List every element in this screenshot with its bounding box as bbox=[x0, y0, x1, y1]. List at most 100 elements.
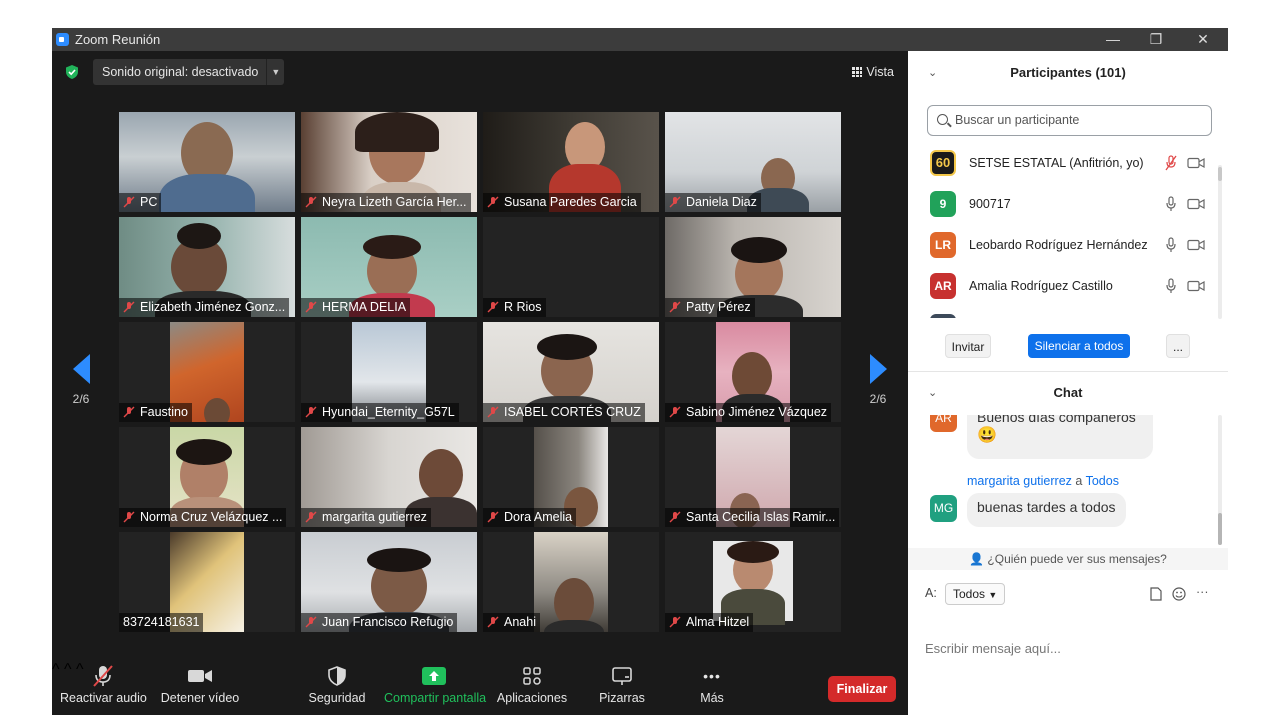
video-tile[interactable]: PC bbox=[119, 112, 295, 212]
participant-row-partial[interactable] bbox=[908, 307, 1218, 318]
section-divider bbox=[908, 371, 1228, 372]
video-tile[interactable]: Susana Paredes Garcia bbox=[483, 112, 659, 212]
video-tile[interactable]: margarita gutierrez bbox=[301, 427, 477, 527]
message-sender[interactable]: margarita gutierrez bbox=[967, 474, 1072, 488]
muted-mic-icon[interactable] bbox=[1165, 155, 1177, 171]
participant-name: Elizabeth Jiménez Gonz... bbox=[140, 300, 286, 314]
next-page-button[interactable]: 2/6 bbox=[858, 354, 898, 406]
emoji-icon[interactable] bbox=[1172, 587, 1186, 601]
collapse-chevron-icon[interactable]: ⌄ bbox=[928, 383, 937, 403]
participant-row[interactable]: LR Leobardo Rodríguez Hernández bbox=[908, 225, 1218, 265]
recipient-row: A: Todos ▼ ··· bbox=[925, 583, 1215, 607]
audio-options-caret[interactable]: ^ bbox=[52, 661, 60, 678]
video-tile[interactable]: Anahi bbox=[483, 532, 659, 632]
mic-icon[interactable] bbox=[1165, 237, 1177, 253]
participant-name-tag: ISABEL CORTÉS CRUZ bbox=[483, 403, 645, 422]
whiteboard-button[interactable]: Pizarras bbox=[590, 661, 654, 715]
chat-message-input[interactable]: Escribir mensaje aquí... bbox=[925, 641, 1061, 656]
muted-mic-icon bbox=[487, 511, 499, 523]
video-tile[interactable]: 83724181631 bbox=[119, 532, 295, 632]
participant-row[interactable]: 9 900717 bbox=[908, 184, 1218, 224]
participant-row[interactable]: 60 SETSE ESTATAL (Anfitrión, yo) bbox=[908, 143, 1218, 183]
participant-name-tag: Susana Paredes Garcia bbox=[483, 193, 641, 212]
whiteboard-icon bbox=[612, 667, 632, 685]
apps-button[interactable]: Aplicaciones bbox=[496, 661, 568, 715]
mic-icon[interactable] bbox=[1165, 196, 1177, 212]
end-meeting-button[interactable]: Finalizar bbox=[828, 676, 896, 702]
participant-name: Anahi bbox=[504, 615, 536, 629]
view-label: Vista bbox=[866, 65, 894, 79]
minimize-button[interactable]: — bbox=[1098, 30, 1128, 49]
participant-name-tag: PC bbox=[119, 193, 162, 212]
video-tile[interactable]: ISABEL CORTÉS CRUZ bbox=[483, 322, 659, 422]
participants-more-button[interactable]: ... bbox=[1166, 334, 1190, 358]
encryption-shield-icon[interactable] bbox=[64, 64, 80, 80]
close-button[interactable]: ✕ bbox=[1188, 30, 1218, 49]
video-tile[interactable]: Neyra Lizeth García Her... bbox=[301, 112, 477, 212]
chevron-down-icon[interactable]: ▼ bbox=[266, 59, 284, 85]
file-icon[interactable] bbox=[1150, 587, 1162, 601]
video-tile[interactable]: Elizabeth Jiménez Gonz... bbox=[119, 217, 295, 317]
participant-search-input[interactable]: Buscar un participante bbox=[927, 105, 1212, 136]
whiteboard-label: Pizarras bbox=[599, 691, 645, 705]
security-button[interactable]: Seguridad bbox=[304, 661, 370, 715]
stop-video-button[interactable]: Detener vídeo bbox=[158, 661, 242, 715]
video-tile[interactable]: Norma Cruz Velázquez ... bbox=[119, 427, 295, 527]
participant-name: HERMA DELIA bbox=[322, 300, 407, 314]
more-button[interactable]: ••• Más bbox=[686, 661, 738, 715]
video-tile[interactable]: Patty Pérez bbox=[665, 217, 841, 317]
restore-button[interactable]: ❐ bbox=[1141, 30, 1171, 49]
video-tile[interactable]: Faustino bbox=[119, 322, 295, 422]
video-tile[interactable]: R Rios bbox=[483, 217, 659, 317]
stop-video-label: Detener vídeo bbox=[160, 691, 240, 705]
arrow-left-icon bbox=[72, 354, 90, 384]
video-stage: Sonido original: desactivado ▼ Vista 2/6… bbox=[52, 51, 908, 715]
participant-avatar: AR bbox=[930, 273, 956, 299]
video-camera-icon[interactable] bbox=[1187, 239, 1205, 251]
participant-hair bbox=[355, 112, 439, 152]
original-sound-dropdown[interactable]: Sonido original: desactivado ▼ bbox=[93, 59, 285, 85]
participant-name-tag: Anahi bbox=[483, 613, 540, 632]
message-connector: a bbox=[1075, 474, 1083, 488]
unmute-audio-button[interactable]: Reactivar audio bbox=[60, 661, 147, 715]
participant-scroll-track[interactable] bbox=[1218, 165, 1222, 319]
participant-name-tag: Alma Hitzel bbox=[665, 613, 754, 632]
share-screen-button[interactable]: Compartir pantalla bbox=[384, 661, 486, 715]
participant-name: Hyundai_Eternity_G57L bbox=[322, 405, 455, 419]
video-camera-icon[interactable] bbox=[1187, 198, 1205, 210]
message-recipient[interactable]: Todos bbox=[1086, 474, 1119, 488]
participant-row[interactable]: AR Amalia Rodríguez Castillo bbox=[908, 266, 1218, 306]
participant-name: SETSE ESTATAL (Anfitrión, yo) bbox=[969, 156, 1144, 170]
recipient-dropdown[interactable]: Todos ▼ bbox=[945, 583, 1006, 605]
video-tile[interactable]: Daniela Diaz bbox=[665, 112, 841, 212]
video-tile[interactable]: HERMA DELIA bbox=[301, 217, 477, 317]
participant-avatar: LR bbox=[930, 232, 956, 258]
video-camera-icon[interactable] bbox=[1187, 280, 1205, 292]
video-tile[interactable]: Sabino Jiménez Vázquez bbox=[665, 322, 841, 422]
chat-scrollbar[interactable] bbox=[1218, 513, 1222, 545]
muted-mic-icon bbox=[305, 406, 317, 418]
video-camera-icon[interactable] bbox=[1187, 157, 1205, 169]
chat-privacy-link[interactable]: 👤 ¿Quién puede ver sus mensajes? bbox=[908, 548, 1228, 570]
collapse-chevron-icon[interactable]: ⌄ bbox=[928, 63, 937, 83]
mic-icon[interactable] bbox=[1165, 278, 1177, 294]
video-tile[interactable]: Hyundai_Eternity_G57L bbox=[301, 322, 477, 422]
video-tile[interactable]: Dora Amelia bbox=[483, 427, 659, 527]
participant-list: 60 SETSE ESTATAL (Anfitrión, yo) 9 90071… bbox=[908, 143, 1228, 318]
muted-mic-icon bbox=[305, 511, 317, 523]
mute-all-button[interactable]: Silenciar a todos bbox=[1028, 334, 1130, 358]
participant-avatar: 9 bbox=[930, 191, 956, 217]
video-tile[interactable]: Juan Francisco Refugio bbox=[301, 532, 477, 632]
participants-header: ⌄ Participantes (101) bbox=[908, 63, 1228, 83]
participant-scrollbar[interactable] bbox=[1218, 167, 1222, 181]
chat-more-icon[interactable]: ··· bbox=[1196, 585, 1209, 599]
view-button[interactable]: Vista bbox=[846, 60, 900, 84]
previous-page-button[interactable]: 2/6 bbox=[61, 354, 101, 406]
video-tile[interactable]: Santa Cecilia Islas Ramir... bbox=[665, 427, 841, 527]
participant-name: Daniela Diaz bbox=[686, 195, 757, 209]
invite-button[interactable]: Invitar bbox=[945, 334, 991, 358]
video-tile[interactable]: Alma Hitzel bbox=[665, 532, 841, 632]
muted-mic-icon bbox=[669, 616, 681, 628]
share-screen-icon bbox=[422, 667, 446, 685]
message-text: buenas tardes a todos bbox=[977, 499, 1116, 515]
